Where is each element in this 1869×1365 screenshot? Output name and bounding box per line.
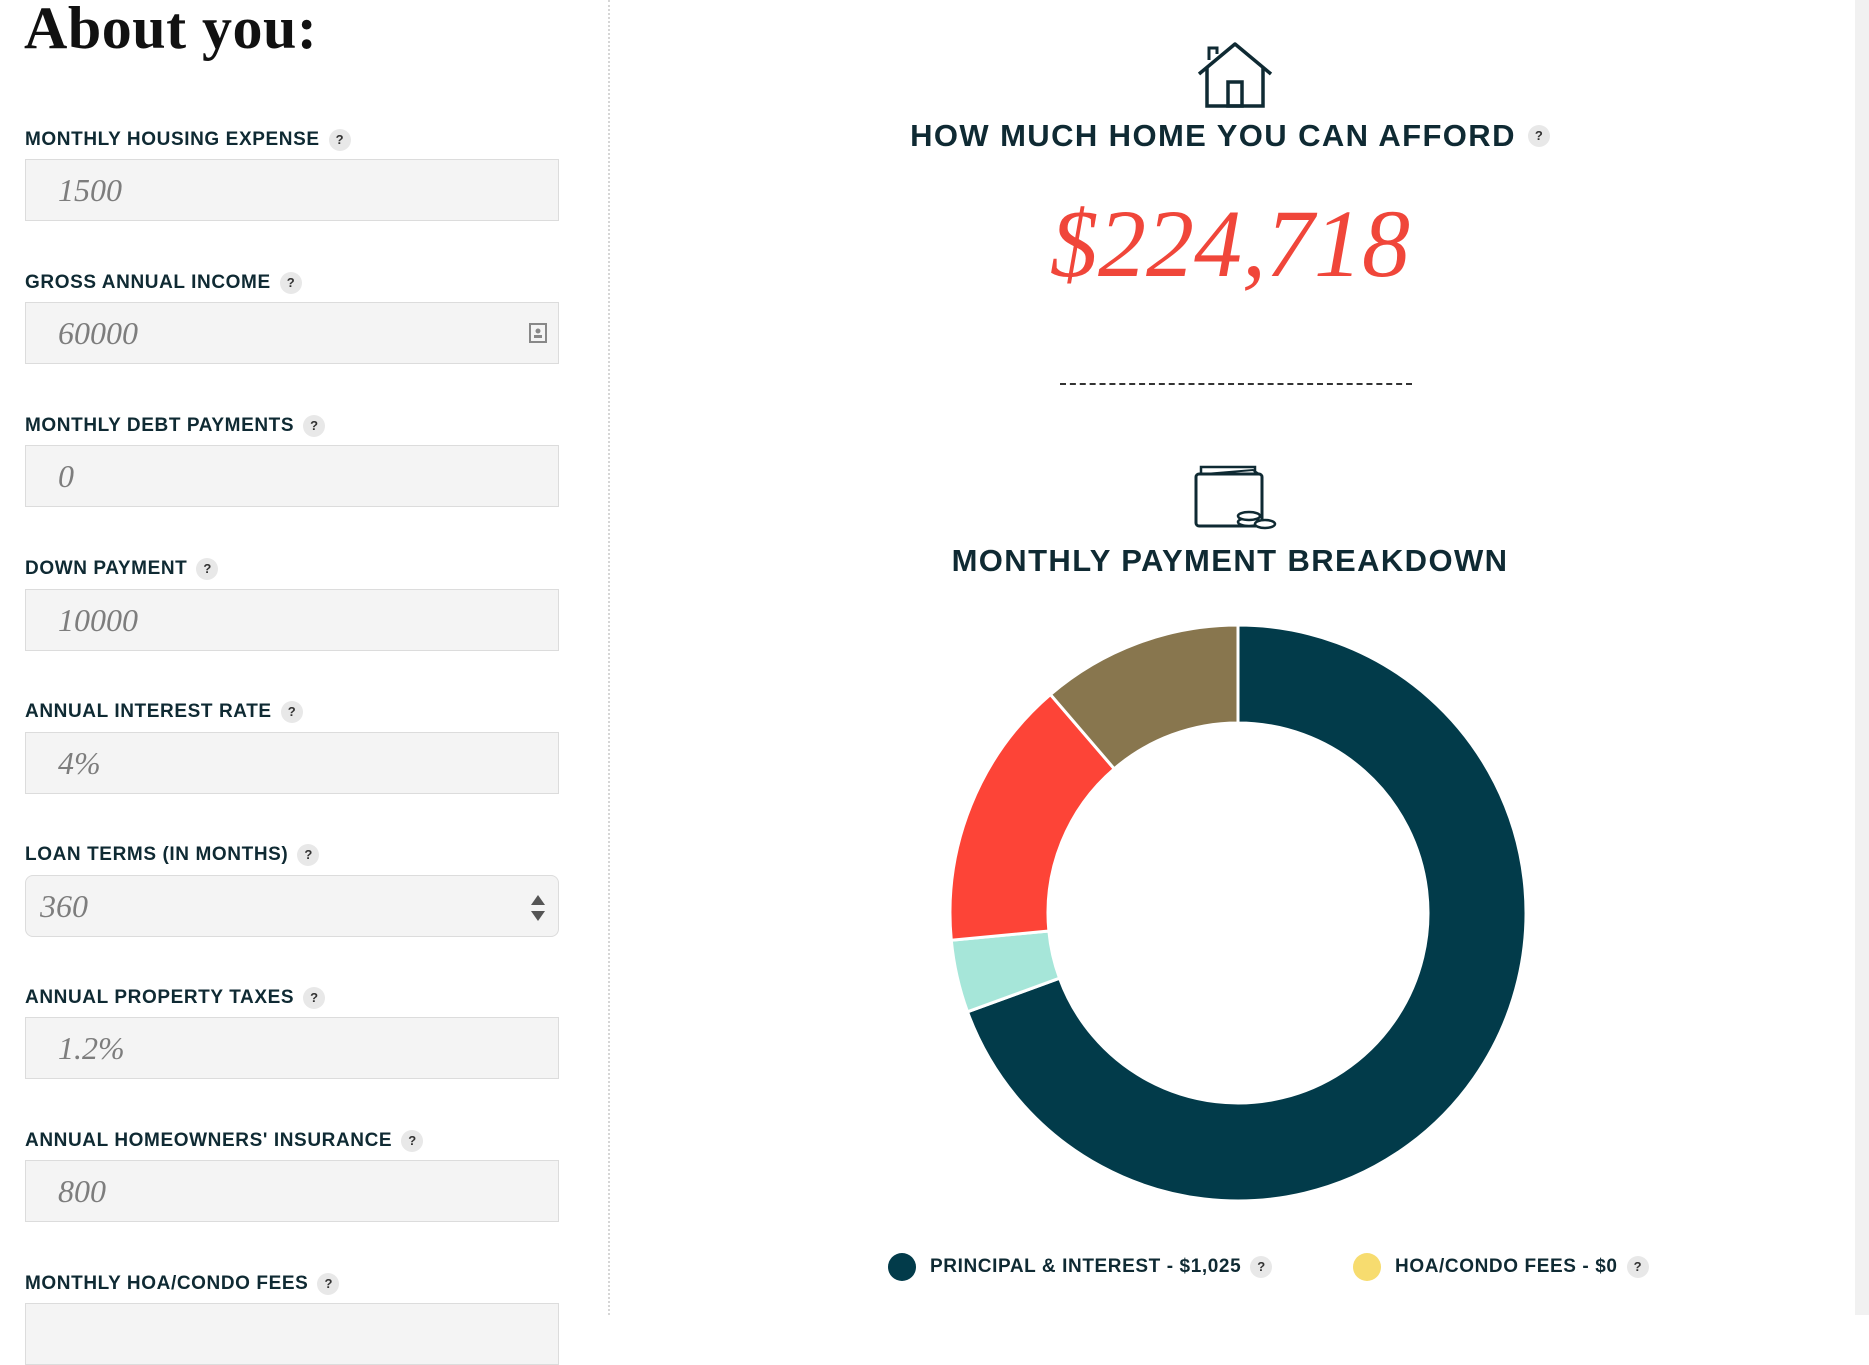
legend-swatch — [1353, 1253, 1381, 1281]
loan-terms-select[interactable]: 360 — [25, 875, 559, 937]
about-you-title: About you: — [24, 0, 318, 61]
help-icon[interactable]: ? — [196, 558, 219, 580]
field-label-text: MONTHLY DEBT PAYMENTS — [25, 415, 295, 436]
field-label-text: ANNUAL INTEREST RATE — [25, 701, 272, 722]
help-icon[interactable]: ? — [328, 129, 351, 151]
select-arrows-icon[interactable] — [528, 892, 548, 924]
input-value: 0 — [58, 457, 74, 494]
help-icon[interactable]: ? — [1626, 1256, 1649, 1278]
label-annual-homeowners-insurance: ANNUAL HOMEOWNERS' INSURANCE ? — [25, 1130, 424, 1152]
input-value: 800 — [58, 1172, 106, 1209]
label-down-payment: DOWN PAYMENT ? — [25, 558, 219, 580]
legend-label: PRINCIPAL & INTEREST - $1,025 — [930, 1256, 1242, 1277]
input-value: 60000 — [58, 314, 138, 351]
field-label-text: LOAN TERMS (IN MONTHS) — [25, 844, 289, 865]
label-loan-terms: LOAN TERMS (IN MONTHS) ? — [25, 844, 320, 866]
input-value: 4% — [58, 744, 101, 781]
annual-interest-rate-input[interactable]: 4% — [25, 732, 559, 794]
about-you-panel: About you: MONTHLY HOUSING EXPENSE ? 150… — [0, 0, 608, 1365]
field-label-text: ANNUAL PROPERTY TAXES — [25, 987, 295, 1008]
field-label-text: DOWN PAYMENT — [25, 558, 188, 579]
help-icon[interactable]: ? — [317, 1273, 340, 1295]
payment-breakdown-donut — [948, 623, 1528, 1203]
contact-card-icon[interactable] — [528, 322, 548, 344]
legend-item-principal-interest: PRINCIPAL & INTEREST - $1,025 ? — [888, 1253, 1273, 1281]
help-icon[interactable]: ? — [297, 844, 320, 866]
legend-label: HOA/CONDO FEES - $0 — [1395, 1256, 1618, 1277]
input-value: 10000 — [58, 601, 138, 638]
down-payment-input[interactable]: 10000 — [25, 589, 559, 651]
annual-property-taxes-input[interactable]: 1.2% — [25, 1017, 559, 1079]
page-scrollbar[interactable] — [1855, 0, 1869, 1315]
label-monthly-hoa-condo-fees: MONTHLY HOA/CONDO FEES ? — [25, 1273, 340, 1295]
legend-swatch — [888, 1253, 916, 1281]
label-gross-annual-income: GROSS ANNUAL INCOME ? — [25, 272, 302, 294]
select-value: 360 — [40, 887, 88, 924]
monthly-housing-expense-input[interactable]: 1500 — [25, 159, 559, 221]
help-icon[interactable]: ? — [303, 987, 326, 1009]
monthly-hoa-condo-fees-input[interactable] — [25, 1303, 559, 1365]
field-label-text: ANNUAL HOMEOWNERS' INSURANCE — [25, 1130, 393, 1151]
input-value: 1500 — [58, 171, 122, 208]
label-annual-property-taxes: ANNUAL PROPERTY TAXES ? — [25, 987, 326, 1009]
field-label-text: GROSS ANNUAL INCOME — [25, 272, 271, 293]
help-icon[interactable]: ? — [280, 701, 303, 723]
help-icon[interactable]: ? — [401, 1130, 424, 1152]
monthly-debt-payments-input[interactable]: 0 — [25, 445, 559, 507]
label-monthly-housing-expense: MONTHLY HOUSING EXPENSE ? — [25, 129, 351, 151]
field-label-text: MONTHLY HOA/CONDO FEES — [25, 1273, 309, 1294]
gross-annual-income-input[interactable]: 60000 — [25, 302, 559, 364]
help-icon[interactable]: ? — [1250, 1256, 1273, 1278]
help-icon[interactable]: ? — [279, 272, 302, 294]
label-monthly-debt-payments: MONTHLY DEBT PAYMENTS ? — [25, 415, 326, 437]
input-value: 1.2% — [58, 1029, 125, 1066]
help-icon[interactable]: ? — [303, 415, 326, 437]
legend-item-hoa-condo-fees: HOA/CONDO FEES - $0 ? — [1353, 1253, 1649, 1281]
label-annual-interest-rate: ANNUAL INTEREST RATE ? — [25, 701, 303, 723]
field-label-text: MONTHLY HOUSING EXPENSE — [25, 129, 320, 150]
results-panel: HOW MUCH HOME YOU CAN AFFORD ? $224,718 … — [610, 0, 1869, 1315]
annual-homeowners-insurance-input[interactable]: 800 — [25, 1160, 559, 1222]
